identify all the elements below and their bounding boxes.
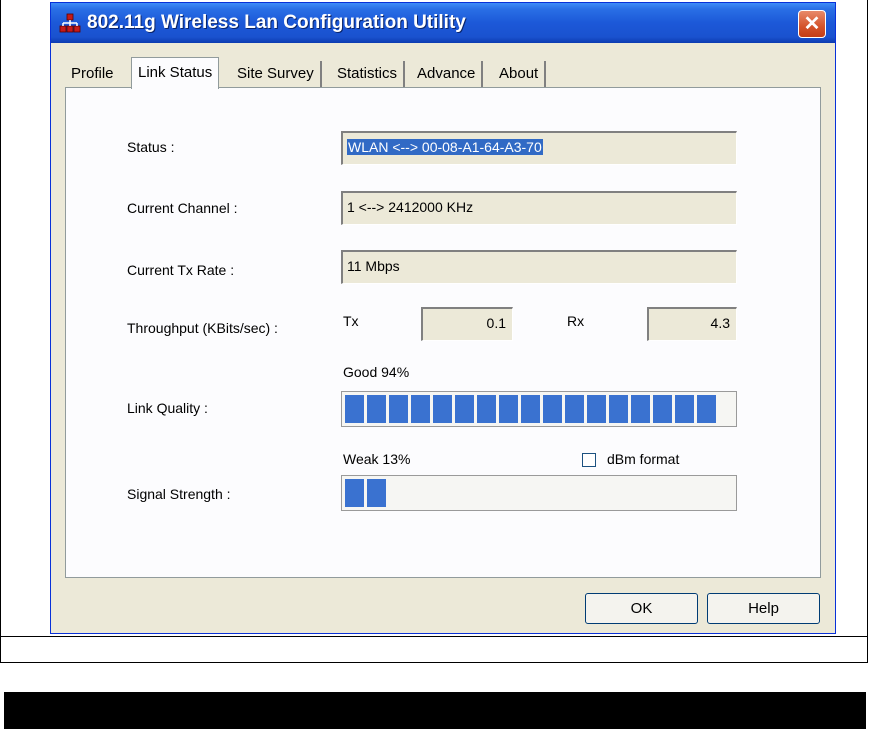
tab-statistics[interactable]: Statistics	[331, 61, 406, 87]
status-label: Status :	[127, 139, 175, 155]
tx-label: Tx	[343, 313, 359, 329]
configuration-window: 802.11g Wireless Lan Configuration Utili…	[50, 2, 836, 634]
progress-segment	[697, 395, 716, 423]
window-title: 802.11g Wireless Lan Configuration Utili…	[87, 12, 466, 33]
rx-throughput-field[interactable]: 4.3	[647, 307, 737, 341]
tab-profile[interactable]: Profile	[65, 61, 120, 87]
current-channel-field[interactable]: 1 <--> 2412000 KHz	[341, 191, 737, 225]
progress-segment	[499, 395, 518, 423]
progress-segment	[411, 395, 430, 423]
dbm-format-label: dBm format	[607, 451, 680, 467]
tab-link-status[interactable]: Link Status	[131, 57, 220, 89]
tab-site-survey[interactable]: Site Survey	[231, 61, 322, 87]
status-field[interactable]: WLAN <--> 00-08-A1-64-A3-70	[341, 131, 737, 165]
progress-segment	[609, 395, 628, 423]
current-tx-rate-field[interactable]: 11 Mbps	[341, 250, 737, 284]
progress-segment	[345, 479, 364, 507]
progress-segment	[389, 395, 408, 423]
progress-segment	[367, 395, 386, 423]
document-divider	[0, 636, 868, 637]
tab-advance[interactable]: Advance	[411, 61, 484, 87]
network-app-icon	[59, 13, 81, 33]
rx-label: Rx	[567, 313, 585, 329]
tab-about[interactable]: About	[493, 61, 547, 87]
footer-black-bar	[4, 692, 866, 729]
current-tx-rate-label: Current Tx Rate :	[127, 262, 235, 278]
title-bar[interactable]: 802.11g Wireless Lan Configuration Utili…	[51, 3, 835, 43]
signal-strength-label: Signal Strength :	[127, 486, 231, 502]
progress-segment	[565, 395, 584, 423]
progress-segment	[367, 479, 386, 507]
signal-strength-caption: Weak 13%	[343, 451, 411, 467]
progress-segment	[675, 395, 694, 423]
link-quality-bar	[341, 391, 737, 427]
progress-segment	[653, 395, 672, 423]
throughput-label: Throughput (KBits/sec) :	[127, 320, 278, 336]
status-value: WLAN <--> 00-08-A1-64-A3-70	[347, 139, 543, 155]
progress-segment	[345, 395, 364, 423]
progress-segment	[477, 395, 496, 423]
progress-segment	[433, 395, 452, 423]
signal-strength-bar	[341, 475, 737, 511]
link-quality-caption: Good 94%	[343, 364, 410, 380]
current-channel-label: Current Channel :	[127, 200, 238, 216]
tx-throughput-field[interactable]: 0.1	[421, 307, 513, 341]
progress-segment	[543, 395, 562, 423]
progress-segment	[455, 395, 474, 423]
progress-segment	[631, 395, 650, 423]
ok-button[interactable]: OK	[585, 593, 698, 624]
link-quality-label: Link Quality :	[127, 400, 208, 416]
close-button[interactable]: ✕	[798, 10, 826, 38]
progress-segment	[521, 395, 540, 423]
progress-segment	[587, 395, 606, 423]
help-button[interactable]: Help	[707, 593, 820, 624]
dbm-format-checkbox[interactable]	[582, 453, 596, 467]
